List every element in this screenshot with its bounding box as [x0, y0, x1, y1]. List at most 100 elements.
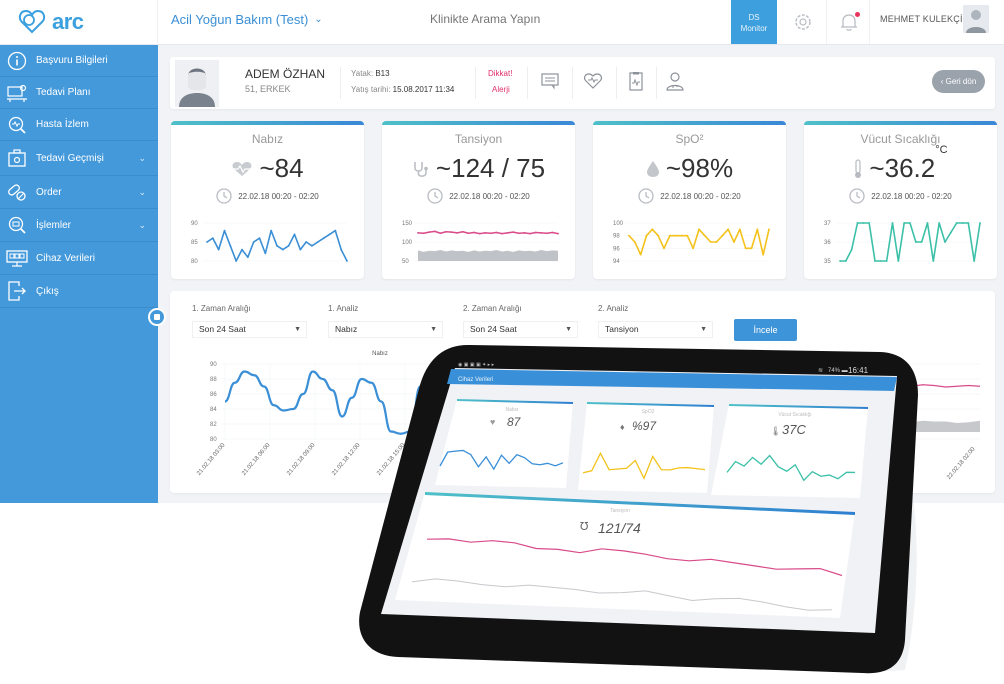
data-point [686, 234, 689, 237]
vital-card-tansiyon[interactable]: Tansiyon ~124 / 75 22.02.18 00:20 - 02:2… [382, 121, 575, 279]
y-tick-label: 86 [210, 392, 217, 398]
ds-monitor-button[interactable]: DS Monitor [731, 0, 777, 44]
info-icon [6, 50, 28, 72]
allergy-warning[interactable]: Alerji [492, 85, 510, 94]
y-tick-label: 36 [824, 240, 831, 246]
card-accent-bar [804, 121, 997, 125]
logout-icon [6, 280, 28, 302]
doctor-icon[interactable] [665, 71, 685, 91]
pills-icon [6, 181, 28, 203]
back-button[interactable]: ‹ Geri dön [932, 70, 985, 93]
data-point [281, 248, 284, 251]
data-point [709, 241, 712, 243]
data-point [433, 230, 436, 233]
vital-time-row: 22.02.18 00:20 - 02:20 [171, 188, 364, 204]
dropdown-arrow-icon: ▼ [565, 326, 572, 333]
data-point [973, 260, 976, 262]
sidebar-item-cihaz-verileri[interactable]: Cihaz Verileri [0, 242, 158, 275]
user-avatar[interactable] [963, 5, 989, 33]
data-point [495, 231, 498, 234]
y-tick-label: 96 [613, 246, 620, 252]
vital-card-spo2[interactable]: SpO² ~98% 22.02.18 00:20 - 02:20 100 98 96… [593, 121, 786, 279]
sidebar-item-order[interactable]: Order ⌄ [0, 176, 158, 209]
dropdown-arrow-icon: ▼ [700, 326, 707, 333]
heartbeat-icon [232, 161, 252, 176]
y-tick-label: 50 [402, 259, 409, 265]
data-point [914, 241, 917, 243]
data-point [891, 222, 894, 224]
vital-card-nabiz[interactable]: Nabız ~84 22.02.18 00:20 - 02:20 90 85 80 [171, 121, 364, 279]
vital-sparkline: 37 36 35 [824, 221, 981, 265]
incele-button[interactable]: İncele [734, 319, 797, 341]
heart-check-icon[interactable] [583, 71, 603, 91]
vital-card-vucut-sicakligi[interactable]: Vücut Sıcaklığı ~36.2°C 22.02.18 00:20 -… [804, 121, 997, 279]
data-point [211, 237, 214, 240]
chevron-down-icon: ⌄ [314, 14, 323, 25]
time-range-2-select[interactable]: Son 24 Saat ▼ [463, 321, 578, 338]
data-point [738, 228, 741, 231]
clinic-search-input[interactable] [430, 12, 700, 26]
clock-icon [216, 188, 232, 204]
data-point [756, 228, 759, 231]
data-point [235, 260, 238, 262]
analysis-2-select[interactable]: Tansiyon ▼ [598, 321, 713, 338]
data-point [258, 237, 261, 240]
data-point [246, 256, 249, 259]
vital-time-row: 22.02.18 00:20 - 02:20 [382, 188, 575, 204]
app-logo[interactable]: arc [18, 6, 84, 38]
sidebar-item-tedavi-plani[interactable]: Tedavi Planı [0, 77, 158, 109]
vital-time-row: 22.02.18 00:20 - 02:20 [593, 188, 786, 204]
vital-title: SpO² [675, 132, 704, 146]
data-point [628, 234, 630, 237]
data-point [909, 222, 911, 224]
data-point [501, 232, 503, 235]
data-point [839, 260, 841, 262]
vital-time-range: 22.02.18 00:20 - 02:20 [238, 191, 319, 201]
clock-icon [427, 188, 443, 204]
warning-title[interactable]: Dikkat! [488, 69, 512, 78]
data-point [762, 253, 765, 256]
card-accent-bar [593, 121, 786, 125]
notifications-button[interactable] [826, 0, 870, 44]
gear-icon[interactable] [793, 12, 813, 32]
admission-label: Yatış tarihi: [351, 85, 391, 94]
data-point [897, 260, 900, 262]
data-point [698, 228, 700, 231]
y-tick-label: 88 [210, 377, 217, 383]
clinic-selector[interactable]: Acil Yoğun Bakım (Test) ⌄ [171, 12, 323, 27]
chart-title: Nabız [372, 351, 388, 357]
data-point [534, 231, 537, 234]
time-range-1-select[interactable]: Son 24 Saat ▼ [192, 321, 307, 338]
data-point [651, 228, 654, 231]
data-point [967, 222, 970, 224]
data-point [489, 232, 492, 235]
sidebar-item-label: Cihaz Verileri [36, 252, 95, 264]
divider [340, 67, 341, 99]
x-tick-label: 21.02.18 06:00 [241, 442, 272, 477]
analysis-1-select[interactable]: Nabız ▼ [328, 321, 443, 338]
data-point [949, 231, 952, 234]
data-point [721, 234, 724, 237]
sidebar-collapse-toggle[interactable] [148, 308, 166, 326]
notification-dot [855, 12, 860, 17]
data-point [645, 234, 648, 237]
data-point [484, 231, 487, 234]
app-name: arc [52, 9, 84, 34]
sidebar-item-basvuru-bilgileri[interactable]: Başvuru Bilgileri [0, 45, 158, 77]
data-point [340, 248, 343, 251]
sidebar-item-islemler[interactable]: İşlemler ⌄ [0, 209, 158, 242]
series-line [417, 230, 559, 235]
filter-label: 1. Zaman Aralığı [192, 304, 251, 313]
vital-unit: °C [935, 144, 948, 156]
user-name[interactable]: MEHMET KULEKÇİ [880, 14, 963, 24]
sidebar-item-tedavi-gecmisi[interactable]: Tedavi Geçmişi ⌄ [0, 141, 158, 176]
data-point [668, 234, 671, 237]
data-point [217, 248, 220, 251]
sidebar-item-label: İşlemler [36, 219, 72, 231]
x-tick-label: 21.02.18 03:00 [196, 442, 227, 477]
clipboard-chart-icon[interactable] [626, 71, 646, 91]
sidebar-item-cikis[interactable]: Çıkış [0, 275, 158, 308]
sidebar-item-hasta-izlem[interactable]: Hasta İzlem [0, 109, 158, 141]
message-icon[interactable] [540, 71, 560, 91]
data-point [229, 244, 232, 247]
